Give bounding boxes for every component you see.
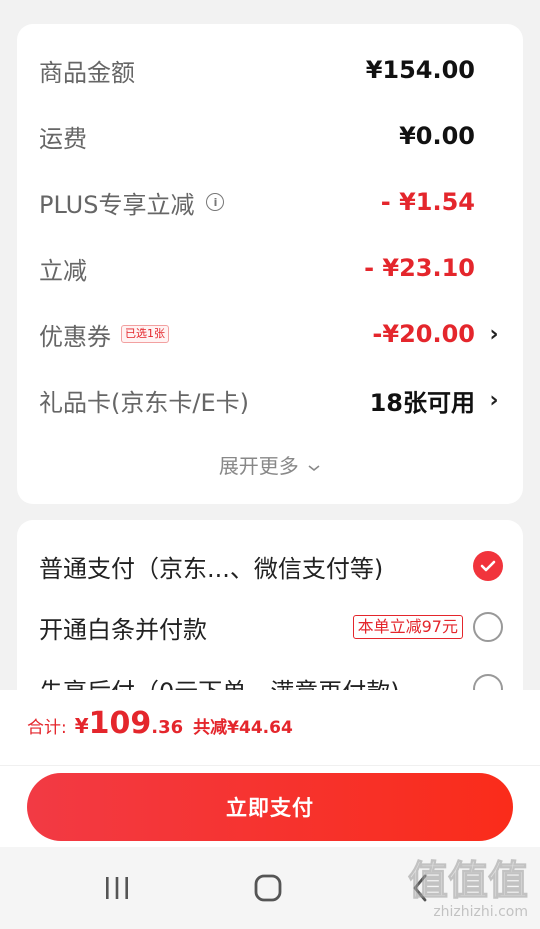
gift-card-label: 礼品卡(京东卡/E卡) xyxy=(39,388,249,417)
coupon-row[interactable]: 优惠券 已选1张 -¥20.00 › xyxy=(39,314,501,354)
shipping-row: 运费 ¥0.00 xyxy=(39,116,501,156)
gift-card-row[interactable]: 礼品卡(京东卡/E卡) 18张可用 › xyxy=(39,380,501,420)
instant-discount-label: 立减 xyxy=(39,256,87,285)
checkout-bar: 合计: ¥ 109 .36 共减¥44.64 立即支付 xyxy=(0,690,540,847)
chevron-right-icon: › xyxy=(489,387,499,413)
total-label: 合计: xyxy=(27,718,67,738)
goods-amount-label: 商品金额 xyxy=(39,58,135,87)
payment-option-baitiao[interactable]: 开通白条并付款 本单立减97元 xyxy=(39,607,503,647)
plus-discount-value: - ¥1.54 xyxy=(380,188,475,216)
radio-checked-icon[interactable] xyxy=(473,551,503,581)
home-button[interactable] xyxy=(236,847,300,929)
coupon-value: -¥20.00 xyxy=(372,320,475,348)
divider xyxy=(0,765,540,766)
recent-apps-icon xyxy=(106,877,128,899)
total-decimal: .36 xyxy=(151,717,184,738)
shipping-value: ¥0.00 xyxy=(399,122,475,150)
coupon-label: 优惠券 xyxy=(39,322,111,351)
chevron-down-icon xyxy=(308,464,320,471)
gift-card-value: 18张可用 xyxy=(369,388,475,417)
recent-apps-button[interactable] xyxy=(85,847,149,929)
fee-details-card: 商品金额 ¥154.00 运费 ¥0.00 PLUS专享立减 i - ¥1.54… xyxy=(17,24,523,504)
currency-symbol: ¥ xyxy=(74,714,89,738)
radio-unchecked-icon[interactable] xyxy=(473,612,503,642)
expand-more-button[interactable]: 展开更多 xyxy=(17,450,523,479)
promo-tag: 本单立减97元 xyxy=(352,615,463,639)
payment-option-label: 开通白条并付款 xyxy=(39,615,207,644)
info-icon[interactable]: i xyxy=(206,193,225,211)
payment-option-normal[interactable]: 普通支付（京东...、微信支付等) xyxy=(39,546,503,586)
site-watermark: 值值值 zhizhizhi.com xyxy=(400,848,529,924)
goods-amount-row: 商品金额 ¥154.00 xyxy=(39,50,501,90)
total-integer: 109 xyxy=(88,706,152,741)
pay-now-button[interactable]: 立即支付 xyxy=(27,773,513,841)
plus-discount-label: PLUS专享立减 xyxy=(39,190,195,219)
goods-amount-value: ¥154.00 xyxy=(365,56,475,84)
plus-discount-row: PLUS专享立减 i - ¥1.54 xyxy=(39,182,501,222)
check-icon xyxy=(480,560,496,572)
coupon-selected-tag: 已选1张 xyxy=(121,325,169,343)
payment-option-label: 普通支付（京东...、微信支付等) xyxy=(39,554,384,583)
chevron-right-icon: › xyxy=(489,321,499,347)
watermark-glyphs: 值值值 xyxy=(408,857,529,905)
home-icon xyxy=(254,874,282,902)
expand-more-label: 展开更多 xyxy=(218,454,299,478)
total-reduction: 共减¥44.64 xyxy=(193,718,293,738)
total-summary: 合计: ¥ 109 .36 共减¥44.64 xyxy=(27,706,293,741)
instant-discount-value: - ¥23.10 xyxy=(364,254,475,282)
shipping-label: 运费 xyxy=(39,124,87,153)
watermark-url: zhizhizhi.com xyxy=(433,904,528,920)
instant-discount-row: 立减 - ¥23.10 xyxy=(39,248,501,288)
